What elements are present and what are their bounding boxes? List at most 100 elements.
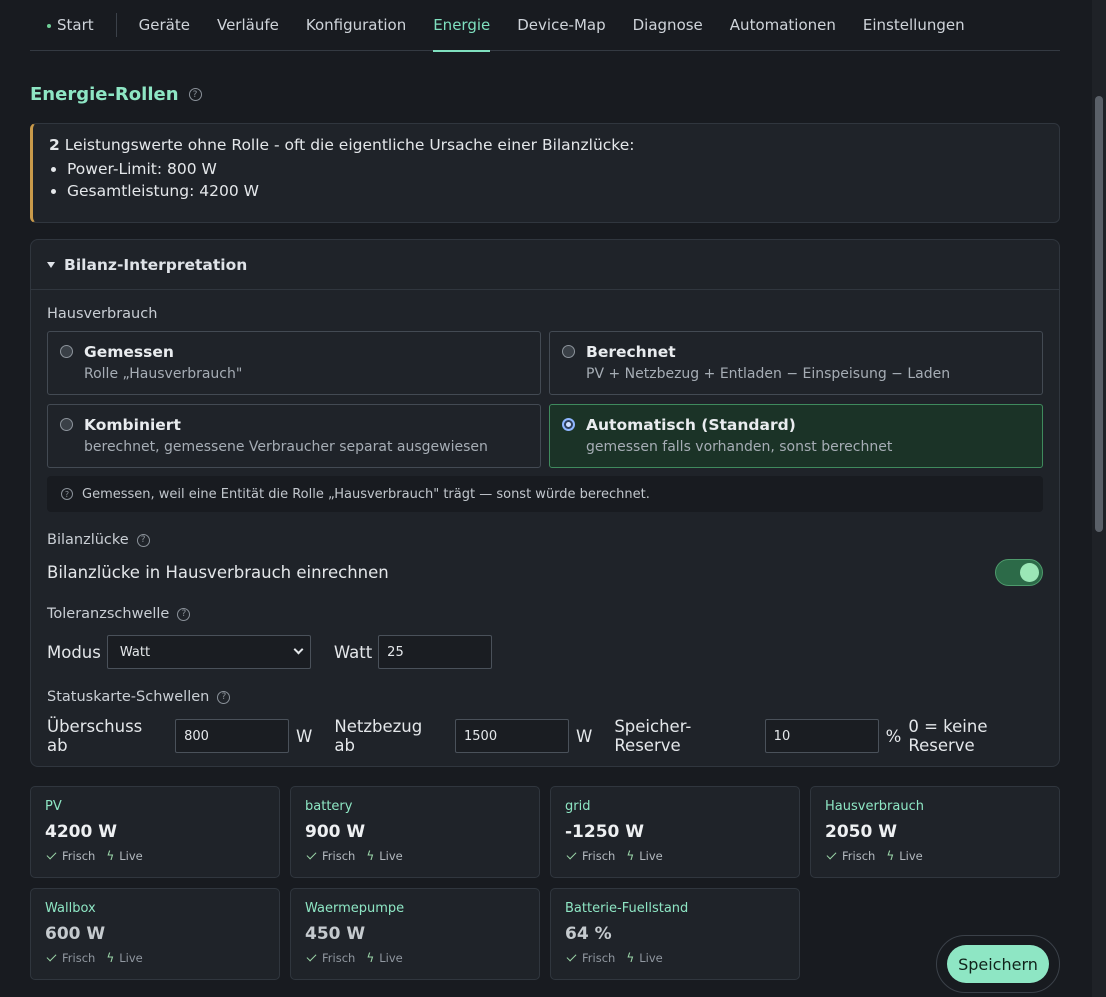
status-dot-icon [47, 24, 51, 28]
nav-einstellungen[interactable]: Einstellungen [863, 0, 965, 51]
mode-label: Modus [47, 642, 101, 662]
live-badge: Live [379, 951, 403, 965]
warning-item: Gesamtleistung: 4200 W [67, 182, 1043, 200]
reserve-input[interactable]: 10 [764, 719, 879, 753]
option-title: Berechnet [586, 343, 676, 361]
nav-geraete[interactable]: Geräte [139, 0, 190, 51]
chevron-down-icon [293, 644, 304, 655]
help-icon[interactable]: ? [177, 607, 191, 621]
grid-import-input[interactable]: 1500 [455, 719, 569, 753]
warning-item: Power-Limit: 800 W [67, 160, 1043, 178]
card-name: Hausverbrauch [825, 799, 924, 814]
nav-label: Start [57, 16, 94, 34]
card-name: Waermepumpe [305, 901, 405, 916]
nav-konfiguration[interactable]: Konfiguration [306, 0, 406, 51]
sensor-card-batterie-fuellstand[interactable]: Batterie-Fuellstand 64 % Frisch ϟ Live [550, 888, 800, 980]
reserve-unit: % [885, 726, 902, 746]
reserve-note: 0 = keine Reserve [908, 717, 988, 755]
page-title-text: Energie-Rollen [30, 84, 179, 105]
card-badges: Frisch ϟ Live [305, 951, 539, 965]
bolt-icon: ϟ [106, 951, 115, 965]
option-subtitle: PV + Netzbezug + Entladen − Einspeisung … [586, 366, 951, 382]
nav-start[interactable]: Start [47, 0, 94, 51]
mode-select[interactable]: Watt [106, 635, 311, 669]
tolerance-label: Toleranzschwelle ? [47, 606, 191, 622]
nav-device-map[interactable]: Device-Map [517, 0, 605, 51]
option-kombiniert[interactable]: Kombiniert berechnet, gemessene Verbrauc… [47, 404, 541, 468]
save-button[interactable]: Speichern [947, 945, 1049, 983]
card-name: PV [45, 799, 62, 814]
watt-label: Watt [333, 642, 373, 662]
radio-icon[interactable] [60, 345, 73, 358]
card-name: Wallbox [45, 901, 96, 916]
card-badges: Frisch ϟ Live [45, 951, 279, 965]
fresh-badge: Frisch [582, 951, 616, 965]
live-badge: Live [119, 849, 143, 863]
warning-message: Leistungswerte ohne Rolle - oft die eige… [59, 136, 635, 154]
sensor-card-wallbox[interactable]: Wallbox 600 W Frisch ϟ Live [30, 888, 280, 980]
caret-down-icon [47, 261, 55, 268]
live-badge: Live [639, 951, 663, 965]
option-berechnet[interactable]: Berechnet PV + Netzbezug + Entladen − Ei… [549, 331, 1043, 395]
card-name: grid [565, 799, 591, 814]
nav-verlaeufe[interactable]: Verläufe [217, 0, 279, 51]
card-badges: Frisch ϟ Live [825, 849, 1059, 863]
sensor-card-waermepumpe[interactable]: Waermepumpe 450 W Frisch ϟ Live [290, 888, 540, 980]
grid-import-unit: W [576, 726, 593, 746]
status-thresholds-label: Statuskarte-Schwellen ? [47, 689, 231, 705]
surplus-input[interactable]: 800 [175, 719, 290, 753]
fresh-badge: Frisch [842, 849, 876, 863]
watt-input[interactable]: 25 [378, 635, 493, 669]
check-icon [826, 849, 837, 860]
option-subtitle: Rolle „Hausverbrauch" [84, 366, 243, 382]
card-name: Batterie-Fuellstand [565, 901, 689, 916]
card-value: 900 W [305, 822, 366, 842]
option-title: Gemessen [84, 343, 174, 361]
help-icon[interactable]: ? [136, 533, 150, 547]
nav-energie[interactable]: Energie [433, 0, 491, 52]
nav-automationen[interactable]: Automationen [730, 0, 836, 51]
status-thresholds-row: Überschuss ab 800 W Netzbezug ab 1500 W … [47, 717, 1059, 755]
scrollbar-thumb[interactable] [1095, 96, 1103, 532]
bolt-icon: ϟ [626, 951, 635, 965]
option-gemessen[interactable]: Gemessen Rolle „Hausverbrauch" [47, 331, 541, 395]
card-value: 2050 W [825, 822, 897, 842]
fresh-badge: Frisch [322, 849, 356, 863]
scrollbar[interactable] [1092, 0, 1106, 997]
sensor-card-hausverbrauch[interactable]: Hausverbrauch 2050 W Frisch ϟ Live [810, 786, 1060, 878]
surplus-label: Überschuss ab [47, 717, 143, 755]
radio-selected-icon[interactable] [562, 418, 575, 431]
bilanz-toggle-label: Bilanzlücke in Hausverbrauch einrechnen [47, 563, 389, 582]
sensor-card-pv[interactable]: PV 4200 W Frisch ϟ Live [30, 786, 280, 878]
help-icon[interactable]: ? [217, 690, 231, 704]
tolerance-row: Modus Watt Watt 25 [47, 635, 493, 669]
option-subtitle: gemessen falls vorhanden, sonst berechne… [586, 439, 893, 455]
nav-diagnose[interactable]: Diagnose [633, 0, 703, 51]
check-icon [306, 951, 317, 962]
fresh-badge: Frisch [62, 849, 96, 863]
card-value: 450 W [305, 924, 366, 944]
check-icon [306, 849, 317, 860]
live-badge: Live [379, 849, 403, 863]
sensor-card-grid[interactable]: grid -1250 W Frisch ϟ Live [550, 786, 800, 878]
check-icon [566, 849, 577, 860]
card-badges: Frisch ϟ Live [45, 849, 279, 863]
page-title: Energie-Rollen ? [30, 84, 202, 105]
radio-icon[interactable] [60, 418, 73, 431]
option-automatisch[interactable]: Automatisch (Standard) gemessen falls vo… [549, 404, 1043, 468]
bilanz-panel-header[interactable]: Bilanz-Interpretation [31, 240, 1059, 290]
option-title: Kombiniert [84, 416, 181, 434]
help-icon[interactable]: ? [188, 88, 202, 101]
check-icon [46, 849, 57, 860]
bilanz-toggle[interactable] [995, 559, 1043, 586]
radio-icon[interactable] [562, 345, 575, 358]
hausverbrauch-label: Hausverbrauch [47, 306, 158, 322]
card-value: 64 % [565, 924, 612, 944]
info-icon: ? [61, 488, 73, 500]
bilanz-label: Bilanzlücke ? [47, 532, 150, 548]
card-value: 4200 W [45, 822, 117, 842]
bolt-icon: ϟ [626, 849, 635, 863]
bolt-icon: ϟ [366, 849, 375, 863]
sensor-card-battery[interactable]: battery 900 W Frisch ϟ Live [290, 786, 540, 878]
hausverbrauch-hint: ? Gemessen, weil eine Entität die Rolle … [47, 476, 1043, 512]
